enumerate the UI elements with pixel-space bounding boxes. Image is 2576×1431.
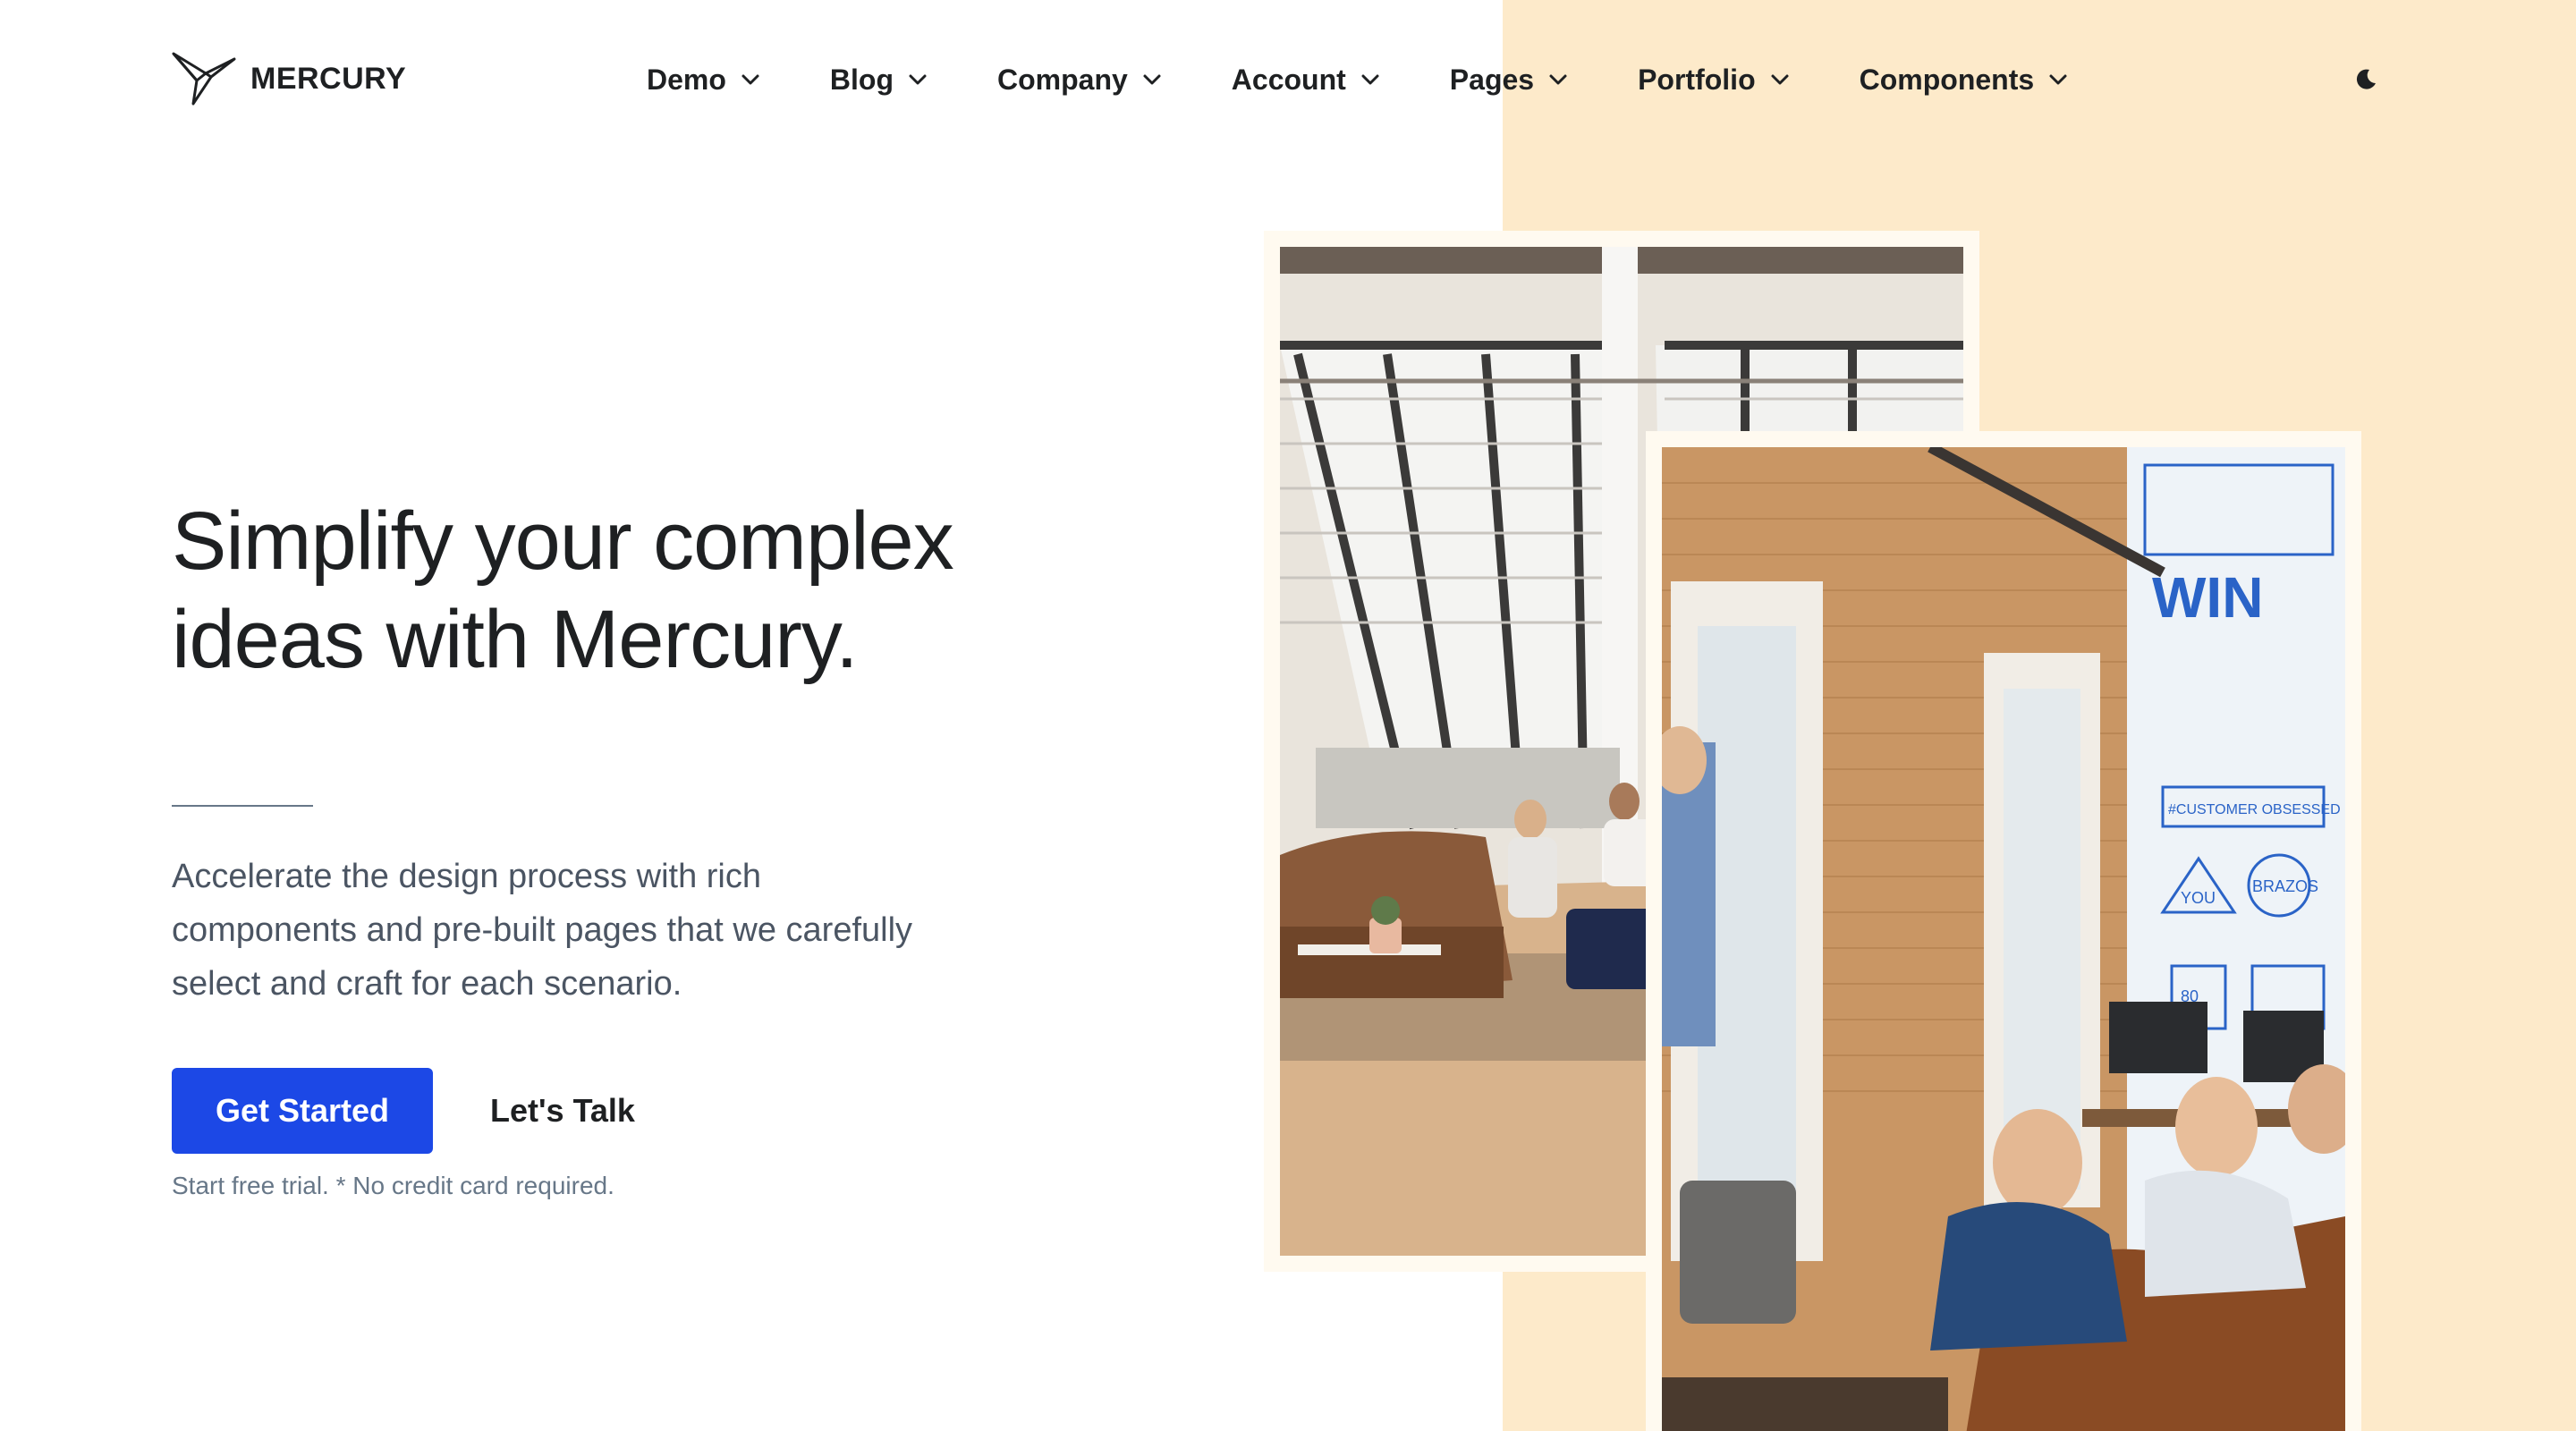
hero-title-line-2: ideas with Mercury. bbox=[172, 594, 859, 685]
nav-item-blog[interactable]: Blog bbox=[830, 64, 928, 97]
hero-title-line-1: Simplify your complex bbox=[172, 495, 954, 587]
chevron-down-icon bbox=[741, 74, 759, 85]
team-meeting-illustration: WIN #CUSTOMER OBSESSED BRAZOS YOU 80 bbox=[1662, 447, 2345, 1431]
hero-section: Simplify your complex ideas with Mercury… bbox=[172, 492, 1066, 689]
cta-row: Get Started Let's Talk bbox=[172, 1068, 635, 1154]
trial-note: Start free trial. * No credit card requi… bbox=[172, 1172, 614, 1199]
get-started-button[interactable]: Get Started bbox=[172, 1068, 433, 1154]
chevron-down-icon bbox=[1771, 74, 1789, 85]
nav-item-label: Demo bbox=[647, 63, 726, 96]
hero-lead-line-2: components and pre-built pages that we c… bbox=[172, 911, 913, 949]
nav-item-label: Pages bbox=[1449, 63, 1535, 96]
hero-lead-line-1: Accelerate the design process with rich bbox=[172, 858, 761, 895]
chevron-down-icon bbox=[1143, 74, 1161, 85]
brand-name: MERCURY bbox=[250, 61, 407, 96]
moon-icon bbox=[2356, 69, 2376, 89]
chevron-down-icon bbox=[2049, 74, 2067, 85]
nav-item-label: Components bbox=[1859, 63, 2035, 96]
theme-toggle-button[interactable] bbox=[2349, 63, 2383, 97]
nav-item-label: Company bbox=[997, 63, 1128, 96]
mural-word-brazos: BRAZOS bbox=[2252, 877, 2318, 895]
nav-item-demo[interactable]: Demo bbox=[647, 64, 760, 97]
main-nav: Demo Blog Company Account Pages Portfoli… bbox=[647, 55, 2068, 104]
team-meeting-image: WIN #CUSTOMER OBSESSED BRAZOS YOU 80 bbox=[1662, 447, 2345, 1431]
hero-lead-line-3: select and craft for each scenario. bbox=[172, 965, 682, 1003]
nav-item-pages[interactable]: Pages bbox=[1450, 64, 1568, 97]
brand-logo[interactable]: MERCURY bbox=[172, 50, 406, 107]
mural-word-you: YOU bbox=[2181, 889, 2216, 907]
hero-divider bbox=[172, 805, 313, 807]
nav-item-label: Blog bbox=[829, 63, 894, 96]
mural-word-win: WIN bbox=[2152, 565, 2263, 630]
lets-talk-link[interactable]: Let's Talk bbox=[490, 1092, 635, 1130]
mural-word-customer-obsessed: #CUSTOMER OBSESSED bbox=[2168, 802, 2341, 817]
nav-item-portfolio[interactable]: Portfolio bbox=[1638, 64, 1790, 97]
nav-item-label: Portfolio bbox=[1638, 63, 1756, 96]
nav-item-components[interactable]: Components bbox=[1860, 64, 2069, 97]
nav-item-account[interactable]: Account bbox=[1232, 64, 1380, 97]
site-header: MERCURY Demo Blog Company Account Pages bbox=[0, 0, 2576, 159]
paper-bird-icon bbox=[172, 52, 236, 106]
chevron-down-icon bbox=[1549, 74, 1567, 85]
hero-lead: Accelerate the design process with rich … bbox=[172, 850, 977, 1011]
nav-item-label: Account bbox=[1231, 63, 1346, 96]
landing-page: MERCURY Demo Blog Company Account Pages bbox=[0, 0, 2576, 1431]
hero-image-frame-2: WIN #CUSTOMER OBSESSED BRAZOS YOU 80 bbox=[1646, 431, 2361, 1431]
hero-title: Simplify your complex ideas with Mercury… bbox=[172, 492, 1030, 689]
nav-item-company[interactable]: Company bbox=[997, 64, 1162, 97]
chevron-down-icon bbox=[909, 74, 927, 85]
chevron-down-icon bbox=[1361, 74, 1379, 85]
